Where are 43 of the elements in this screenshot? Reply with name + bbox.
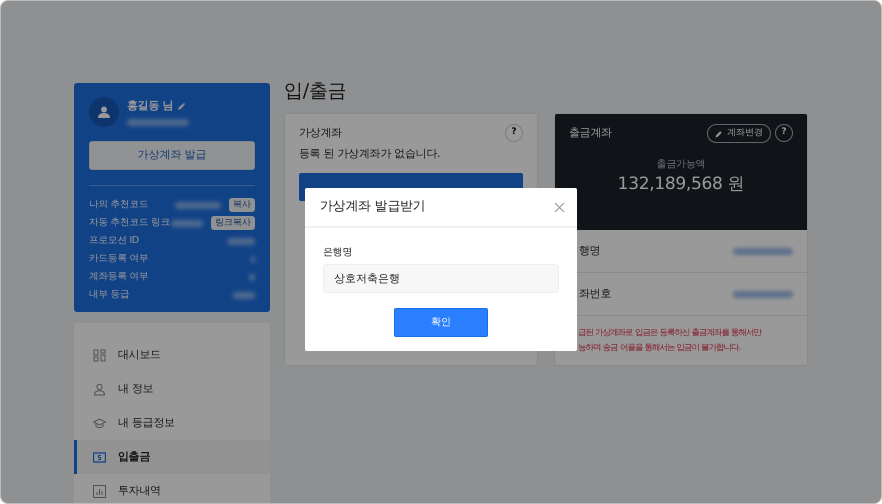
info-label: 행명 — [579, 242, 600, 259]
info-label: 내부 등급 — [89, 288, 130, 302]
page-title: 입/출금 — [284, 79, 348, 104]
bank-name-field[interactable]: 상호저축은행 — [323, 264, 559, 293]
empty-message: 등록 된 가상계좌가 없습니다. — [299, 146, 442, 162]
redacted-value — [733, 248, 793, 254]
menu-item[interactable]: 내 등급정보 — [74, 406, 270, 440]
user-name: 홍길동 님 — [127, 98, 174, 114]
info-label: 카드등록 여부 — [89, 252, 149, 266]
confirm-button[interactable]: 확인 — [394, 308, 488, 337]
card-title: 가상계좌 — [299, 124, 342, 141]
info-label: 계좌등록 여부 — [89, 270, 149, 284]
info-label: 자동 추천코드 링크 — [89, 216, 170, 230]
dashboard-icon — [93, 348, 106, 362]
help-button[interactable]: ? — [775, 124, 793, 142]
balance-amount: 132,189,568 원 — [618, 173, 744, 196]
info-label: 나의 추천코드 — [89, 198, 149, 212]
menu-item[interactable]: 입출금 — [74, 440, 270, 474]
field-label: 은행명 — [323, 246, 352, 260]
balance-label: 출금가능액 — [656, 158, 706, 172]
person-icon — [93, 382, 106, 396]
edit-icon — [177, 102, 186, 111]
dollar-icon — [93, 450, 106, 464]
notice-text: 급된 가상계좌로 입금은 등록하신 출금계좌를 통해서만 — [578, 326, 762, 339]
bar-chart-icon — [93, 484, 106, 498]
close-button[interactable] — [554, 202, 565, 212]
issue-virtual-account-button[interactable]: 가상계좌 발급 — [89, 141, 255, 170]
notice-text: 능하며 송금 어플을 통해서는 입금이 불가합니다. — [578, 341, 741, 354]
avatar — [89, 97, 119, 127]
menu-item[interactable]: 투자내역 — [74, 474, 270, 503]
change-account-button[interactable]: 계좌변경 — [707, 124, 771, 143]
info-label: 좌번호 — [579, 286, 612, 302]
card-title: 출금계좌 — [569, 125, 612, 142]
modal-title: 가상계좌 발급받기 — [320, 198, 426, 216]
menu-item[interactable]: 내 정보 — [74, 372, 270, 406]
copy-button[interactable]: 링크복사 — [211, 216, 255, 230]
graduation-cap-icon — [93, 416, 106, 430]
help-button[interactable]: ? — [505, 124, 523, 142]
redacted-value — [733, 290, 793, 298]
menu-item[interactable]: 대시보드 — [74, 338, 270, 372]
edit-icon — [715, 130, 723, 138]
info-label: 프로모션 ID — [89, 234, 139, 248]
copy-button[interactable]: 복사 — [229, 198, 255, 212]
